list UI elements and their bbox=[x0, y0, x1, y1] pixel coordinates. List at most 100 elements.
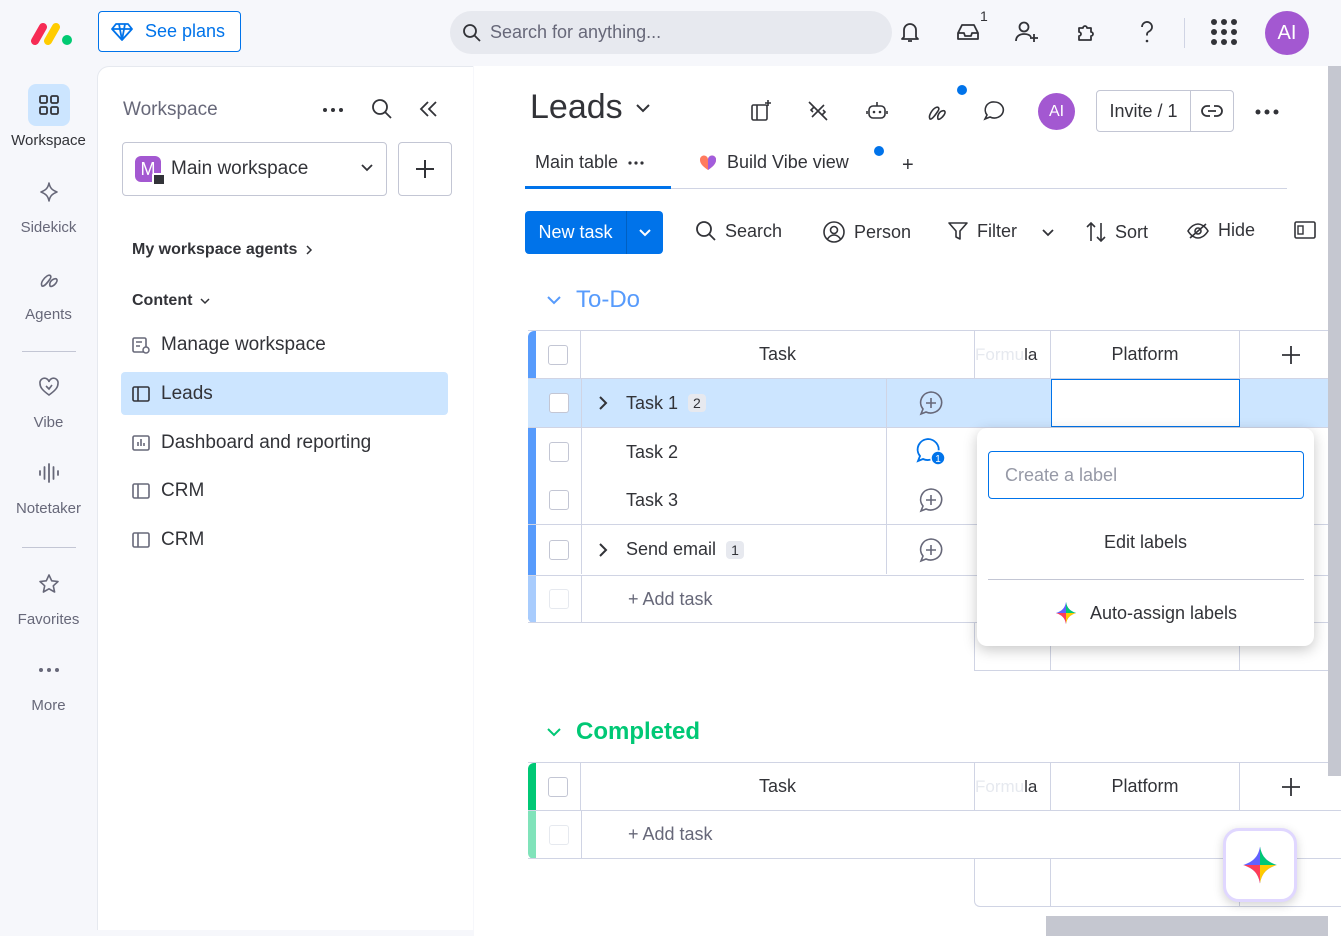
table-row[interactable]: Task 1 2 bbox=[528, 379, 1341, 428]
task-cell[interactable]: Send email 1 bbox=[581, 525, 887, 574]
workspace-item-crm[interactable]: CRM bbox=[121, 518, 448, 561]
auto-assign-labels-button[interactable]: Auto-assign labels bbox=[977, 601, 1314, 625]
toolbar-hide[interactable]: Hide bbox=[1186, 220, 1255, 241]
rail-item-vibe[interactable]: Vibe bbox=[0, 366, 97, 431]
group-title: To-Do bbox=[576, 286, 641, 313]
group-header-completed[interactable]: Completed bbox=[546, 718, 700, 746]
add-column-button[interactable] bbox=[1240, 331, 1341, 378]
user-avatar[interactable]: AI bbox=[1265, 11, 1309, 55]
toolbar-sort[interactable]: Sort bbox=[1085, 220, 1148, 244]
invite-button[interactable]: Invite / 1 bbox=[1097, 91, 1191, 131]
tab-build-vibe-view[interactable]: Build Vibe view bbox=[699, 152, 849, 173]
add-task-row[interactable]: + Add task bbox=[528, 811, 1341, 859]
rail-item-notetaker[interactable]: Notetaker bbox=[0, 452, 97, 517]
agents-icon bbox=[28, 258, 70, 300]
ai-assistant-button[interactable] bbox=[1223, 828, 1297, 902]
edit-labels-button[interactable]: Edit labels bbox=[977, 532, 1314, 553]
filter-icon bbox=[948, 222, 968, 240]
add-task-input[interactable]: + Add task bbox=[581, 576, 975, 622]
toolbar-filter[interactable]: Filter bbox=[947, 220, 1017, 242]
task-cell[interactable]: Task 1 2 bbox=[581, 379, 887, 427]
integrations-icon[interactable] bbox=[803, 96, 833, 126]
filter-dropdown-icon[interactable] bbox=[1041, 228, 1055, 238]
column-header-formula[interactable]: Formu la bbox=[975, 331, 1051, 378]
workspace-selector[interactable]: M Main workspace bbox=[122, 142, 387, 196]
invite-members-icon[interactable] bbox=[1011, 16, 1043, 48]
rail-item-sidekick[interactable]: Sidekick bbox=[0, 171, 97, 236]
task-cell[interactable]: Task 2 bbox=[581, 428, 887, 476]
column-header-formula[interactable]: Formu la bbox=[975, 763, 1051, 810]
collapse-panel-icon[interactable] bbox=[419, 100, 439, 118]
top-bar: See plans Search for anything... 1 AI bbox=[0, 0, 1341, 66]
add-update-icon[interactable] bbox=[887, 379, 975, 427]
workspace-search-icon[interactable] bbox=[371, 98, 393, 120]
content-section-toggle[interactable]: Content bbox=[132, 292, 210, 310]
updates-comment-icon[interactable] bbox=[979, 96, 1009, 126]
vibe-heart-icon bbox=[699, 154, 717, 170]
rail-item-more[interactable]: More bbox=[0, 649, 97, 714]
workspace-agents-link[interactable]: My workspace agents bbox=[132, 241, 313, 259]
tab-main-table[interactable]: Main table bbox=[535, 152, 644, 173]
vertical-scrollbar[interactable] bbox=[1328, 66, 1341, 776]
workspace-options-icon[interactable] bbox=[322, 107, 344, 113]
agents-icon[interactable] bbox=[922, 96, 952, 126]
select-all-checkbox[interactable] bbox=[536, 763, 581, 810]
group-table-completed: Task Formu la Platform + Add task bbox=[528, 762, 1341, 859]
workspace-item-manage[interactable]: Manage workspace bbox=[121, 323, 448, 366]
toolbar-search[interactable]: Search bbox=[695, 220, 782, 242]
agents-label: My workspace agents bbox=[132, 241, 298, 258]
column-header-formula-faded: Formu bbox=[975, 344, 1025, 364]
app-grid-icon[interactable] bbox=[1208, 16, 1240, 48]
column-header-task[interactable]: Task bbox=[581, 763, 975, 810]
add-task-input[interactable]: + Add task bbox=[581, 811, 975, 858]
platform-cell-editing[interactable] bbox=[1051, 379, 1240, 427]
ai-sparkle-icon bbox=[1243, 846, 1277, 884]
row-checkbox[interactable] bbox=[536, 525, 581, 574]
add-item-button[interactable] bbox=[398, 142, 452, 196]
toolbar-person[interactable]: Person bbox=[822, 220, 911, 244]
add-view-button[interactable]: + bbox=[902, 154, 914, 177]
workspace-panel: Workspace M Main workspace My workspace … bbox=[97, 66, 473, 930]
select-all-checkbox[interactable] bbox=[536, 331, 581, 378]
add-update-icon[interactable] bbox=[887, 476, 975, 524]
bell-icon[interactable] bbox=[894, 16, 926, 48]
column-header-platform[interactable]: Platform bbox=[1051, 763, 1240, 810]
see-plans-button[interactable]: See plans bbox=[98, 11, 241, 52]
apps-puzzle-icon[interactable] bbox=[1071, 16, 1103, 48]
rail-item-workspace[interactable]: Workspace bbox=[0, 84, 97, 149]
rail-item-agents[interactable]: Agents bbox=[0, 258, 97, 323]
task-cell[interactable]: Task 3 bbox=[581, 476, 887, 524]
sparkle-icon bbox=[28, 171, 70, 213]
row-checkbox[interactable] bbox=[536, 379, 581, 427]
automations-robot-icon[interactable] bbox=[862, 96, 892, 126]
group-header-todo[interactable]: To-Do bbox=[546, 286, 640, 314]
workspace-item-crm[interactable]: CRM bbox=[121, 469, 448, 512]
copy-link-button[interactable] bbox=[1191, 91, 1233, 131]
content-label: Content bbox=[132, 292, 193, 309]
chevron-right-icon bbox=[306, 245, 313, 255]
add-update-icon[interactable] bbox=[887, 525, 975, 574]
row-checkbox[interactable] bbox=[536, 428, 581, 476]
global-search-input[interactable]: Search for anything... bbox=[450, 11, 892, 54]
horizontal-scrollbar[interactable] bbox=[1046, 916, 1328, 936]
create-label-input[interactable]: Create a label bbox=[988, 451, 1304, 499]
notification-dot bbox=[957, 85, 967, 95]
new-task-button[interactable]: New task bbox=[525, 211, 627, 254]
sidekick-board-icon[interactable] bbox=[746, 96, 776, 126]
new-task-dropdown[interactable] bbox=[627, 211, 663, 254]
board-more-icon[interactable] bbox=[1255, 109, 1279, 115]
toolbar-group-by-icon[interactable] bbox=[1294, 220, 1316, 240]
help-icon[interactable] bbox=[1131, 16, 1163, 48]
rail-item-favorites[interactable]: Favorites bbox=[0, 563, 97, 628]
add-column-button[interactable] bbox=[1240, 763, 1341, 810]
board-member-avatar[interactable]: AI bbox=[1038, 93, 1075, 130]
column-header-platform[interactable]: Platform bbox=[1051, 331, 1240, 378]
workspace-item-leads[interactable]: Leads bbox=[121, 372, 448, 415]
board-title[interactable]: Leads bbox=[530, 88, 651, 127]
row-checkbox[interactable] bbox=[536, 476, 581, 524]
updates-icon[interactable]: 1 bbox=[887, 428, 975, 476]
monday-logo[interactable] bbox=[30, 20, 74, 46]
workspace-item-dashboard[interactable]: Dashboard and reporting bbox=[121, 421, 448, 464]
column-header-task[interactable]: Task bbox=[581, 331, 975, 378]
expand-chevron-icon bbox=[599, 542, 608, 557]
